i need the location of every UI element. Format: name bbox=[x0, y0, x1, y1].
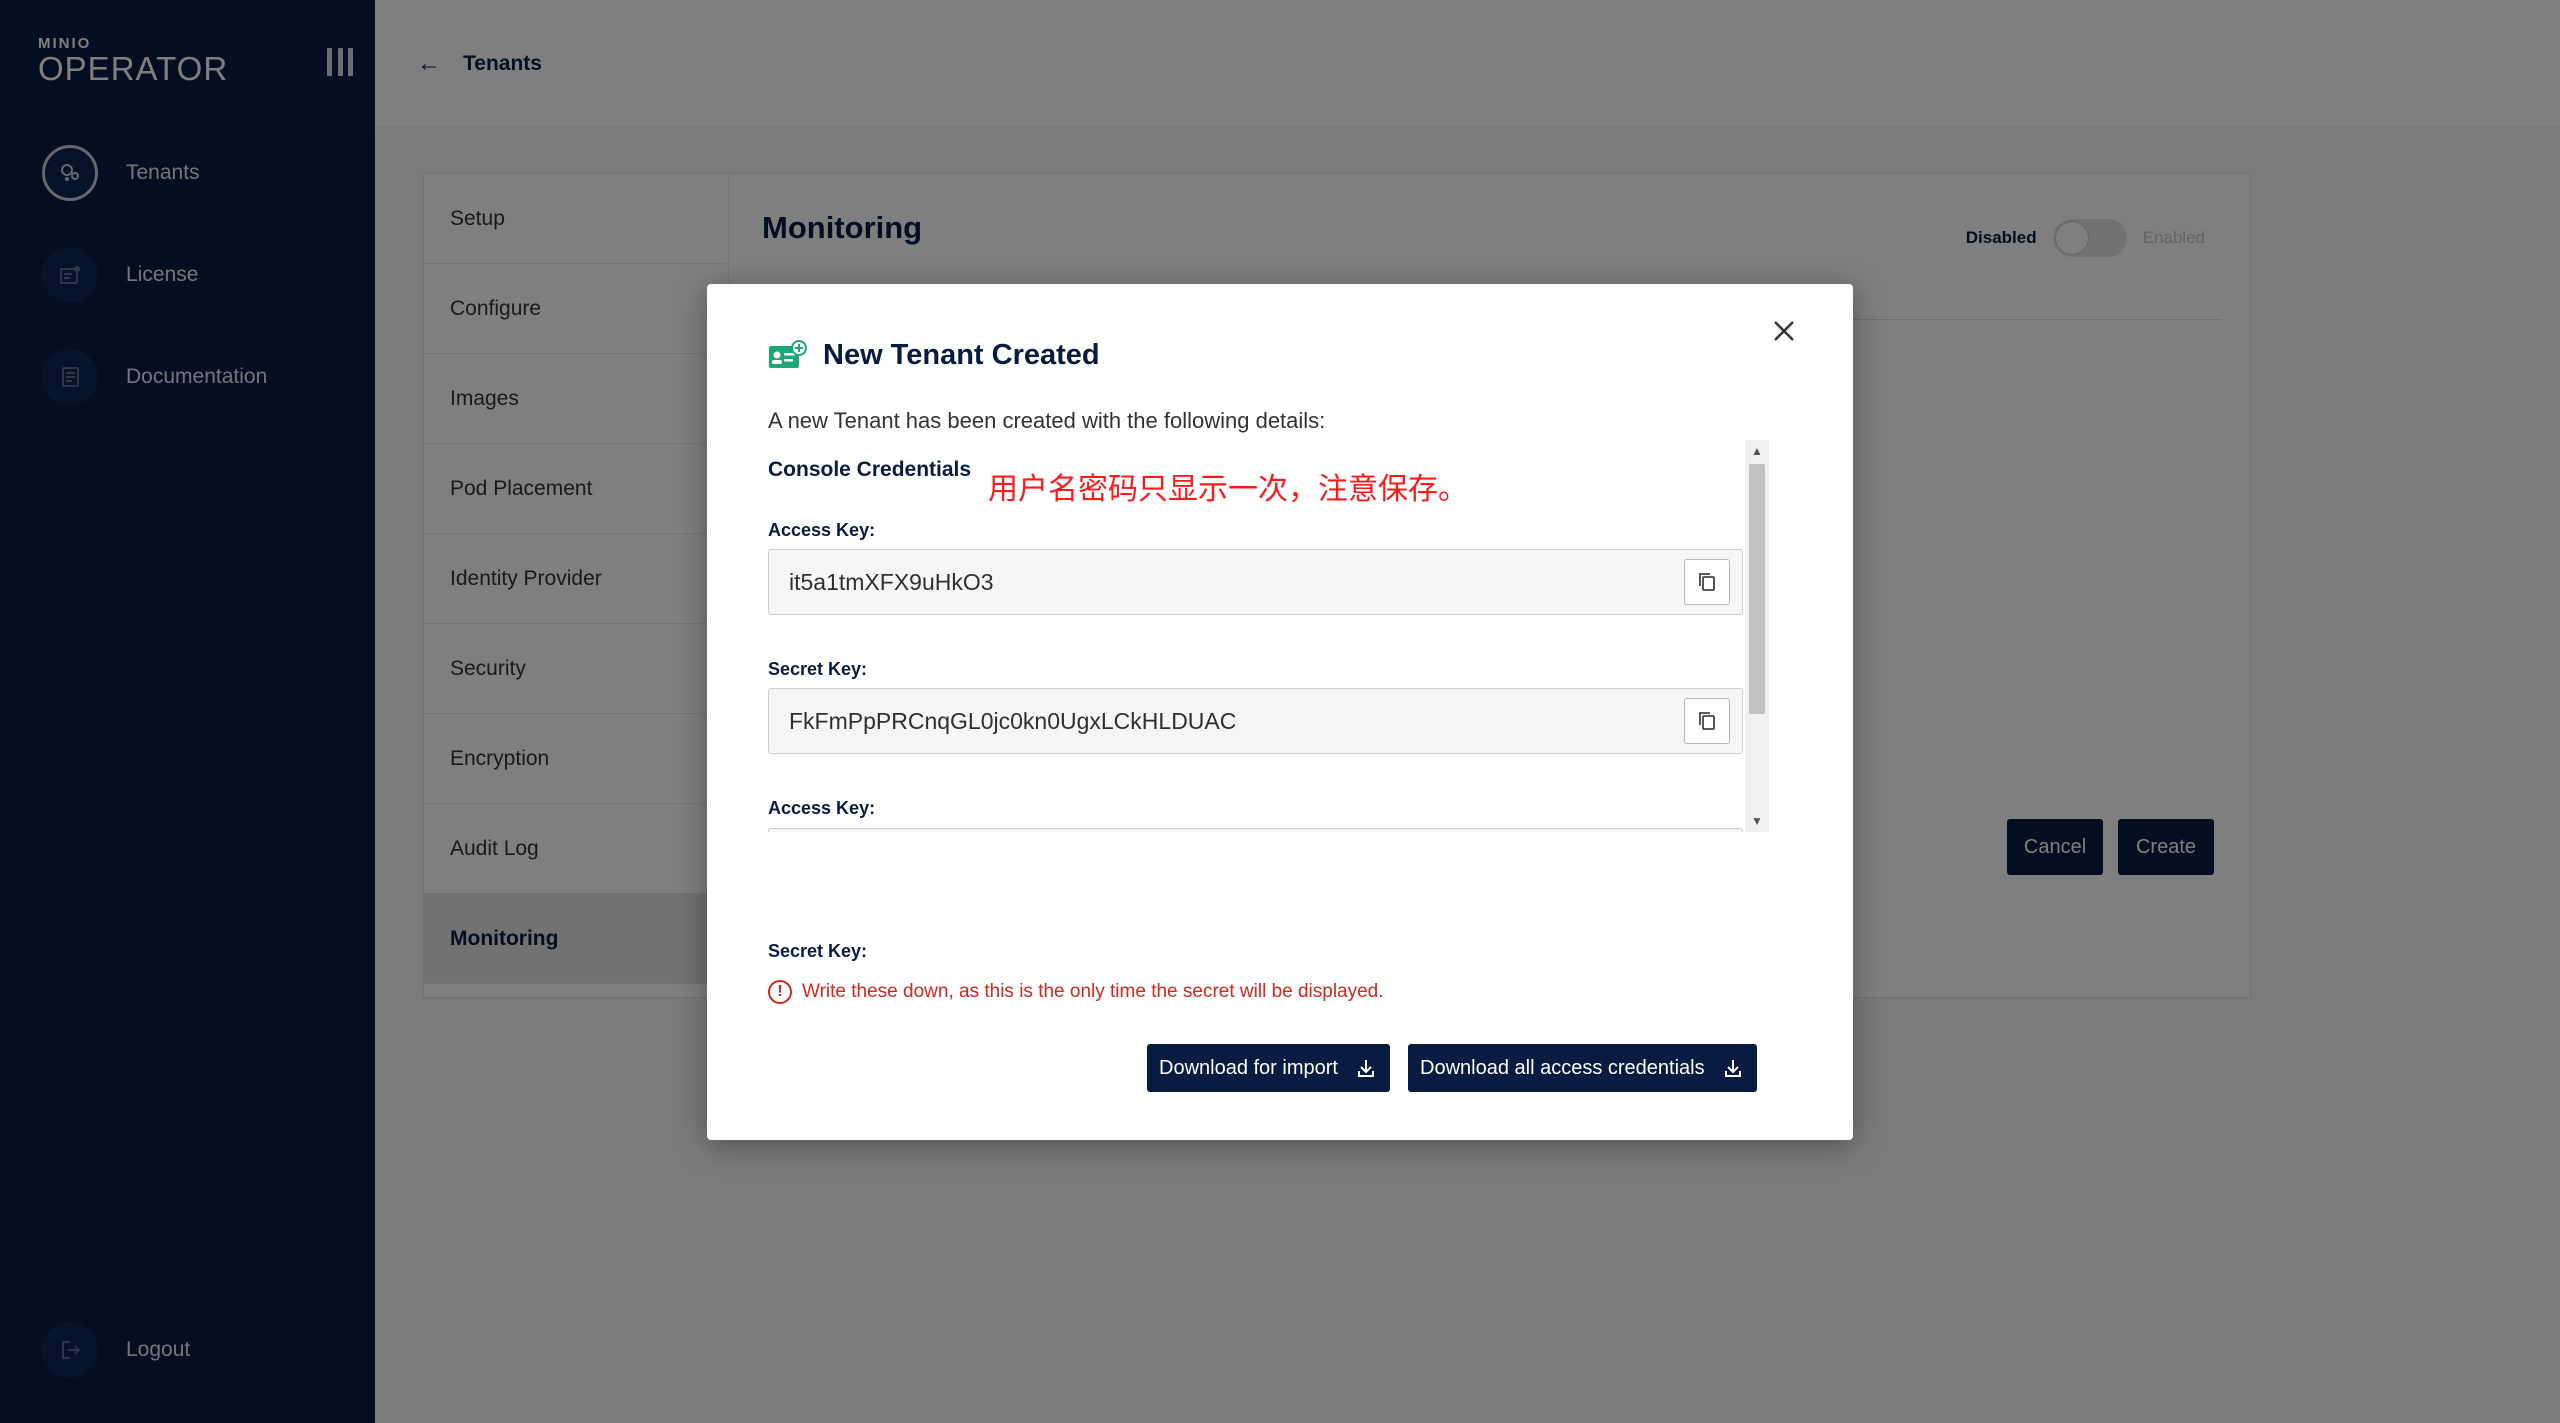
access-key-value-2[interactable]: miniominio bbox=[789, 829, 899, 832]
warning-icon: ! bbox=[768, 980, 792, 1004]
warning-message: ! Write these down, as this is the only … bbox=[768, 980, 1384, 1004]
access-key-label-2: Access Key: bbox=[768, 798, 876, 818]
annotation-note: 用户名密码只显示一次，注意保存。 bbox=[988, 472, 1468, 507]
access-key-value[interactable]: it5a1tmXFX9uHkO3 bbox=[789, 550, 994, 614]
modal-title-text: New Tenant Created bbox=[823, 339, 1100, 371]
download-for-import-label: Download for import bbox=[1159, 1056, 1338, 1079]
modal-title: New Tenant Created bbox=[767, 339, 1100, 372]
close-icon[interactable] bbox=[1767, 314, 1801, 348]
secret-key-value[interactable]: FkFmPpPRCnqGL0jc0kn0UgxLCkHLDUAC bbox=[789, 689, 1236, 753]
copy-icon bbox=[1699, 712, 1715, 730]
scroll-down-arrow-icon[interactable]: ▼ bbox=[1745, 810, 1769, 832]
download-icon bbox=[1724, 1060, 1741, 1077]
credentials-scrollbar[interactable]: ▲ ▼ bbox=[1745, 440, 1769, 832]
copy-secret-key-button[interactable] bbox=[1684, 698, 1730, 744]
secret-key-label: Secret Key: bbox=[768, 659, 868, 679]
new-tenant-modal: New Tenant Created A new Tenant has been… bbox=[707, 284, 1853, 1140]
download-all-label: Download all access credentials bbox=[1420, 1056, 1705, 1079]
scroll-up-arrow-icon[interactable]: ▲ bbox=[1745, 440, 1769, 462]
secret-key-field[interactable]: FkFmPpPRCnqGL0jc0kn0UgxLCkHLDUAC bbox=[768, 688, 1743, 754]
warning-text: Write these down, as this is the only ti… bbox=[802, 981, 1384, 1002]
tenant-card-icon bbox=[769, 339, 807, 368]
copy-icon bbox=[1699, 573, 1715, 591]
modal-description: A new Tenant has been created with the f… bbox=[768, 408, 1326, 433]
credentials-scroll-area[interactable]: Console Credentials 用户名密码只显示一次，注意保存。 Acc… bbox=[768, 440, 1776, 832]
download-for-import-button[interactable]: Download for import bbox=[1147, 1044, 1390, 1092]
scroll-thumb[interactable] bbox=[1749, 464, 1765, 714]
copy-access-key-button[interactable] bbox=[1684, 559, 1730, 605]
download-all-credentials-button[interactable]: Download all access credentials bbox=[1408, 1044, 1757, 1092]
access-key-label: Access Key: bbox=[768, 520, 876, 540]
access-key-field[interactable]: it5a1tmXFX9uHkO3 bbox=[768, 549, 1743, 615]
secret-key-label-2: Secret Key: bbox=[768, 941, 868, 961]
access-key-field-2[interactable]: miniominio bbox=[768, 828, 1743, 832]
console-credentials-title: Console Credentials bbox=[768, 458, 972, 481]
download-icon bbox=[1357, 1060, 1374, 1077]
